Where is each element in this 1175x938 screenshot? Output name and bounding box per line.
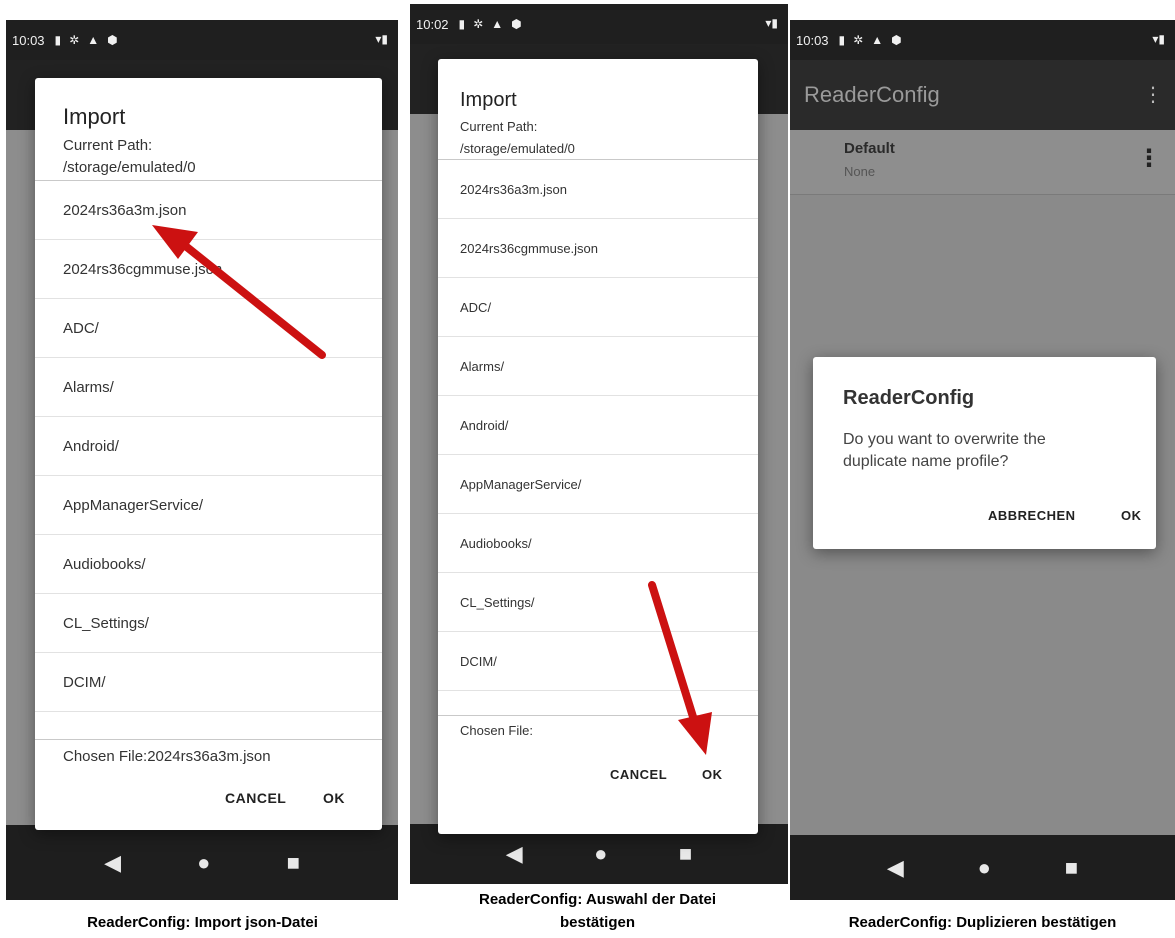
ok-button[interactable]: OK bbox=[323, 790, 345, 806]
current-path-label: Current Path: bbox=[63, 137, 153, 154]
sim-icon: ▮ bbox=[838, 33, 846, 47]
wifi-battery-icon: ▾▮ bbox=[765, 16, 778, 30]
phone-screen-import-1: 10:03 ▮ ✲ ▲ ⬢ ▾▮ ◀ ● ■ Import Current Pa… bbox=[6, 20, 398, 900]
status-time: 10:03 bbox=[796, 32, 829, 48]
cancel-button[interactable]: CANCEL bbox=[610, 767, 667, 782]
phone-screen-import-2: 10:02 ▮ ✲ ▲ ⬢ ▾▮ ◀ ● ■ Import Current Pa… bbox=[410, 4, 788, 884]
dialog-message: Do you want to overwrite the duplicate n… bbox=[843, 431, 1046, 470]
file-item[interactable]: AppManagerService/ bbox=[438, 455, 758, 514]
profile-name: Default bbox=[844, 140, 895, 157]
wifi-battery-icon: ▾▮ bbox=[1152, 32, 1165, 46]
home-icon[interactable]: ● bbox=[594, 841, 607, 867]
home-icon[interactable]: ● bbox=[197, 850, 210, 876]
file-item[interactable]: ADC/ bbox=[438, 278, 758, 337]
current-path-label: Current Path: bbox=[460, 119, 538, 134]
settings-icon: ✲ bbox=[853, 33, 864, 47]
warning-icon: ▲ bbox=[871, 33, 884, 47]
import-dialog: Import Current Path: /storage/emulated/0… bbox=[438, 59, 758, 834]
wifi-battery-icon: ▾▮ bbox=[375, 32, 388, 46]
app-bar: ReaderConfig ⋮ bbox=[790, 60, 1175, 130]
file-item[interactable]: Android/ bbox=[438, 396, 758, 455]
chosen-file-label: Chosen File: bbox=[460, 723, 533, 738]
back-icon[interactable]: ◀ bbox=[887, 855, 904, 881]
recents-icon[interactable]: ■ bbox=[287, 850, 300, 876]
caption-2-line-2: bestätigen bbox=[559, 914, 635, 931]
phone-screen-readerconfig: 10:03 ▮ ✲ ▲ ⬢ ▾▮ ReaderConfig ⋮ Default … bbox=[790, 20, 1175, 900]
settings-icon: ✲ bbox=[69, 33, 80, 47]
file-item[interactable]: 2024rs36cgmmuse.json bbox=[438, 219, 758, 278]
file-item[interactable]: AppManagerService/ bbox=[35, 476, 382, 535]
nav-bar: ◀ ● ■ bbox=[790, 835, 1175, 900]
warning-icon: ▲ bbox=[491, 17, 504, 31]
profile-subtitle: None bbox=[844, 164, 876, 179]
overflow-menu-icon[interactable]: ⋮ bbox=[1143, 82, 1163, 107]
caption-3: ReaderConfig: Duplizieren bestätigen bbox=[848, 914, 1117, 931]
shield-icon: ⬢ bbox=[511, 17, 522, 31]
import-dialog: Import Current Path: /storage/emulated/0… bbox=[35, 78, 382, 830]
back-icon[interactable]: ◀ bbox=[506, 841, 523, 867]
caption-1: ReaderConfig: Import json-Datei bbox=[87, 914, 318, 931]
sim-icon: ▮ bbox=[54, 33, 62, 47]
status-bar: 10:02 ▮ ✲ ▲ ⬢ ▾▮ bbox=[410, 4, 788, 44]
file-item-partial[interactable] bbox=[35, 712, 382, 739]
dialog-title: Import bbox=[63, 104, 126, 129]
ok-button[interactable]: OK bbox=[702, 767, 723, 782]
file-item[interactable]: Alarms/ bbox=[35, 358, 382, 417]
chosen-file-label: Chosen File:2024rs36a3m.json bbox=[63, 748, 271, 765]
file-item[interactable]: Audiobooks/ bbox=[35, 535, 382, 594]
cancel-button[interactable]: CANCEL bbox=[225, 790, 286, 806]
sim-icon: ▮ bbox=[458, 17, 466, 31]
home-icon[interactable]: ● bbox=[978, 855, 991, 881]
file-item[interactable]: CL_Settings/ bbox=[35, 594, 382, 653]
status-bar: 10:03 ▮ ✲ ▲ ⬢ ▾▮ bbox=[6, 20, 398, 60]
nav-bar: ◀ ● ■ bbox=[6, 825, 398, 900]
app-title: ReaderConfig bbox=[804, 82, 940, 107]
file-item[interactable]: Audiobooks/ bbox=[438, 514, 758, 573]
overwrite-dialog: ReaderConfig Do you want to overwrite th… bbox=[813, 357, 1156, 549]
status-time: 10:03 bbox=[12, 32, 45, 48]
file-item[interactable]: 2024rs36cgmmuse.json bbox=[35, 240, 382, 299]
file-item[interactable]: Alarms/ bbox=[438, 337, 758, 396]
shield-icon: ⬢ bbox=[107, 33, 118, 47]
current-path-value: /storage/emulated/0 bbox=[460, 141, 575, 156]
settings-icon: ✲ bbox=[473, 17, 484, 31]
file-item[interactable]: 2024rs36a3m.json bbox=[438, 160, 758, 219]
status-bar: 10:03 ▮ ✲ ▲ ⬢ ▾▮ bbox=[790, 20, 1175, 60]
profile-row[interactable]: Default None ⋮ bbox=[790, 130, 1175, 195]
profile-menu-icon[interactable]: ⋮ bbox=[1137, 144, 1161, 173]
file-item[interactable]: Android/ bbox=[35, 417, 382, 476]
file-list: 2024rs36a3m.json 2024rs36cgmmuse.json AD… bbox=[35, 180, 382, 740]
file-item[interactable]: CL_Settings/ bbox=[438, 573, 758, 632]
ok-button[interactable]: OK bbox=[1121, 508, 1142, 523]
current-path-value: /storage/emulated/0 bbox=[63, 159, 196, 176]
shield-icon: ⬢ bbox=[891, 33, 902, 47]
back-icon[interactable]: ◀ bbox=[104, 850, 121, 876]
dialog-title: ReaderConfig bbox=[843, 387, 975, 409]
file-item[interactable]: DCIM/ bbox=[35, 653, 382, 712]
file-item[interactable]: 2024rs36a3m.json bbox=[35, 181, 382, 240]
file-item[interactable]: DCIM/ bbox=[438, 632, 758, 691]
warning-icon: ▲ bbox=[87, 33, 100, 47]
file-item[interactable]: ADC/ bbox=[35, 299, 382, 358]
caption-2-line-1: ReaderConfig: Auswahl der Datei bbox=[479, 891, 716, 908]
file-list: 2024rs36a3m.json 2024rs36cgmmuse.json AD… bbox=[438, 159, 758, 716]
recents-icon[interactable]: ■ bbox=[679, 841, 692, 867]
status-time: 10:02 bbox=[416, 16, 449, 32]
recents-icon[interactable]: ■ bbox=[1065, 855, 1078, 881]
dialog-title: Import bbox=[460, 89, 517, 111]
abbrechen-button[interactable]: ABBRECHEN bbox=[988, 508, 1076, 523]
